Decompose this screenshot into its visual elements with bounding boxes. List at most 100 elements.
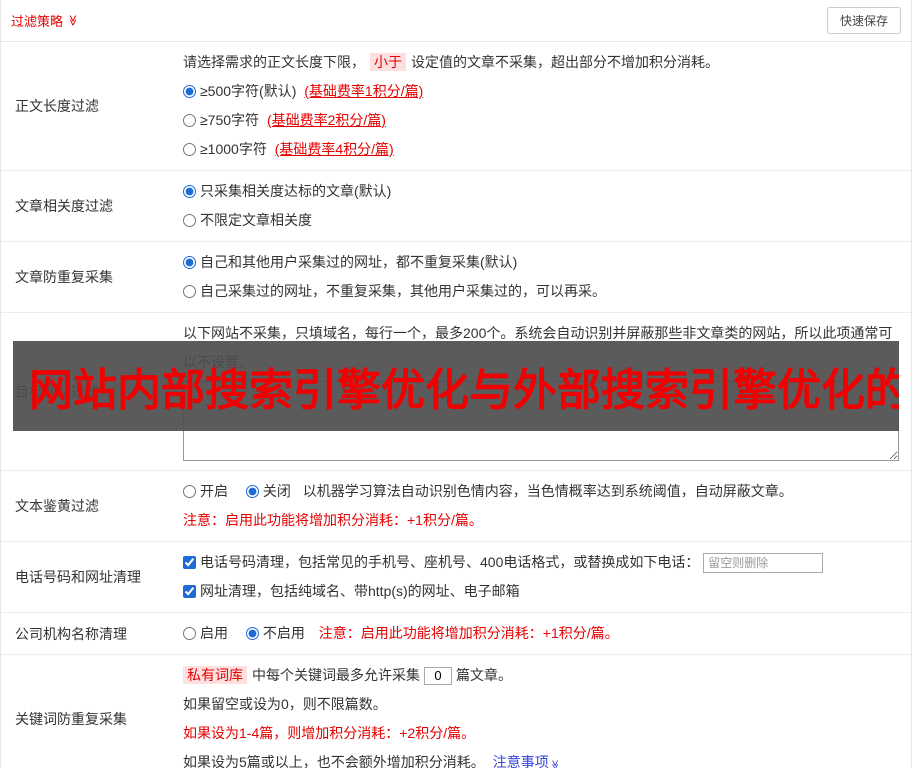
company-cleanup-disable-radio[interactable] bbox=[245, 627, 259, 640]
company-cleanup-enable-radio[interactable] bbox=[183, 627, 196, 640]
overlay-banner: 网站内部搜索引擎优化与外部搜索引擎优化的 bbox=[13, 341, 899, 431]
keyword-limit-text: 中每个关键词最多允许采集 bbox=[252, 667, 420, 683]
notice-link[interactable]: 注意事项≫ bbox=[492, 754, 561, 768]
porn-filter-off-label: 关闭 bbox=[262, 483, 291, 499]
length-option-row-1000: ≥1000字符 (基础费率4积分/篇) bbox=[183, 135, 899, 164]
row-content-dedupe: 自己和其他用户采集过的网址，都不重复采集(默认) 自己采集过的网址，不重复采集，… bbox=[171, 242, 911, 312]
relevance-strict-label: 只采集相关度达标的文章(默认) bbox=[200, 183, 392, 199]
company-cleanup-cost-note: 注意：启用此功能将增加积分消耗：+1积分/篇。 bbox=[318, 625, 619, 641]
row-phone-url-cleanup: 电话号码和网址清理 电话号码清理，包括常见的手机号、座机号、400电话格式，或替… bbox=[1, 542, 911, 613]
length-1000-label: ≥1000字符 bbox=[200, 141, 267, 157]
url-cleanup-option[interactable]: 网址清理，包括纯域名、带http(s)的网址、电子邮箱 bbox=[183, 583, 520, 599]
relevance-option-row-2: 不限定文章相关度 bbox=[183, 206, 899, 235]
relevance-any-label: 不限定文章相关度 bbox=[200, 212, 312, 228]
company-cleanup-enable-option[interactable]: 启用 bbox=[183, 625, 232, 641]
row-content-body-length: 请选择需求的正文长度下限， 小于 设定值的文章不采集，超出部分不增加积分消耗。 ≥5… bbox=[171, 42, 911, 170]
company-cleanup-disable-label: 不启用 bbox=[262, 625, 305, 641]
notice-link-chevron-icon: ≫ bbox=[549, 759, 561, 768]
row-company-name-cleanup: 公司机构名称清理 启用 不启用 注意：启用此功能将增加积分消耗：+1积分/篇。 bbox=[1, 613, 911, 655]
row-content-relevance: 只采集相关度达标的文章(默认) 不限定文章相关度 bbox=[171, 171, 911, 241]
length-500-fee-note: (基础费率1积分/篇) bbox=[304, 83, 424, 99]
length-1000-fee-note: (基础费率4积分/篇) bbox=[274, 141, 394, 157]
company-name-options: 启用 不启用 注意：启用此功能将增加积分消耗：+1积分/篇。 bbox=[183, 619, 899, 648]
porn-filter-options: 开启 关闭 以机器学习算法自动识别色情内容，当色情概率达到系统阈值，自动屏蔽文章… bbox=[183, 477, 899, 506]
notice-link-text: 注意事项 bbox=[492, 754, 549, 768]
row-relevance-filter: 文章相关度过滤 只采集相关度达标的文章(默认) 不限定文章相关度 bbox=[1, 171, 911, 242]
replacement-phone-input[interactable] bbox=[703, 553, 824, 573]
length-option-row-750: ≥750字符 (基础费率2积分/篇) bbox=[183, 106, 899, 135]
keyword-5plus-text: 如果设为5篇或以上，也不会额外增加积分消耗。 bbox=[183, 754, 485, 768]
row-label-keyword-dedupe: 关键词防重复采集 bbox=[15, 711, 127, 727]
phone-cleanup-option[interactable]: 电话号码清理，包括常见的手机号、座机号、400电话格式，或替换成如下电话： bbox=[183, 554, 703, 570]
keyword-zero-note: 如果留空或设为0，则不限篇数。 bbox=[183, 696, 387, 712]
length-750-radio[interactable] bbox=[183, 114, 196, 127]
max-articles-input[interactable] bbox=[424, 666, 452, 685]
quick-save-button[interactable]: 快速保存 bbox=[826, 7, 901, 34]
phone-cleanup-line: 电话号码清理，包括常见的手机号、座机号、400电话格式，或替换成如下电话： bbox=[183, 548, 899, 577]
keyword-limit-line: 私有词库中每个关键词最多允许采集 篇文章。 bbox=[183, 661, 899, 690]
length-500-label: ≥500字符(默认) bbox=[200, 83, 297, 99]
dedupe-option-self-only[interactable]: 自己采集过的网址，不重复采集，其他用户采集过的，可以再采。 bbox=[183, 283, 606, 299]
phone-cleanup-label: 电话号码清理，包括常见的手机号、座机号、400电话格式，或替换成如下电话： bbox=[200, 554, 700, 570]
url-cleanup-line: 网址清理，包括纯域名、带http(s)的网址、电子邮箱 bbox=[183, 577, 899, 606]
intro-text-before: 请选择需求的正文长度下限， bbox=[183, 54, 365, 70]
row-label-company-name: 公司机构名称清理 bbox=[15, 625, 127, 642]
filter-strategy-page: 过滤策略 ≫ 快速保存 正文长度过滤 请选择需求的正文长度下限， 小于 设定值的文章… bbox=[0, 0, 912, 768]
row-body-length-filter: 正文长度过滤 请选择需求的正文长度下限， 小于 设定值的文章不采集，超出部分不增加积… bbox=[1, 42, 911, 171]
row-content-keyword-dedupe: 私有词库中每个关键词最多允许采集 篇文章。 如果留空或设为0，则不限篇数。 如果设… bbox=[171, 655, 911, 768]
dedupe-self-only-label: 自己采集过的网址，不重复采集，其他用户采集过的，可以再采。 bbox=[200, 283, 606, 299]
row-label-dedupe: 文章防重复采集 bbox=[15, 269, 113, 285]
url-cleanup-label: 网址清理，包括纯域名、带http(s)的网址、电子邮箱 bbox=[200, 583, 520, 599]
porn-filter-on-option[interactable]: 开启 bbox=[183, 483, 232, 499]
length-500-radio[interactable] bbox=[183, 85, 196, 98]
overlay-banner-text: 网站内部搜索引擎优化与外部搜索引擎优化的 bbox=[29, 366, 899, 415]
porn-filter-off-radio[interactable] bbox=[245, 485, 259, 498]
length-750-fee-note: (基础费率2积分/篇) bbox=[266, 112, 386, 128]
porn-filter-description: 以机器学习算法自动识别色情内容，当色情概率达到系统阈值，自动屏蔽文章。 bbox=[302, 483, 793, 499]
row-label-porn-filter: 文本鉴黄过滤 bbox=[15, 498, 99, 514]
company-cleanup-enable-label: 启用 bbox=[200, 625, 228, 641]
keyword-limit-suffix: 篇文章。 bbox=[456, 667, 512, 683]
length-intro: 请选择需求的正文长度下限， 小于 设定值的文章不采集，超出部分不增加积分消耗。 bbox=[183, 48, 899, 77]
row-content-company-name: 启用 不启用 注意：启用此功能将增加积分消耗：+1积分/篇。 bbox=[171, 613, 911, 654]
row-porn-filter: 文本鉴黄过滤 开启 关闭 以机器学习算法自动识别色情内容，当色情概率达到系统阈值… bbox=[1, 471, 911, 542]
url-cleanup-checkbox[interactable] bbox=[183, 585, 196, 598]
private-lexicon-highlight: 私有词库 bbox=[183, 666, 247, 684]
length-option-500[interactable]: ≥500字符(默认) bbox=[183, 83, 300, 99]
keyword-1-4-cost-note: 如果设为1-4篇，则增加积分消耗：+2积分/篇。 bbox=[183, 725, 476, 741]
row-keyword-dedupe: 关键词防重复采集 私有词库中每个关键词最多允许采集 篇文章。 如果留空或设为0，则… bbox=[1, 655, 911, 768]
length-1000-radio[interactable] bbox=[183, 143, 196, 156]
dedupe-global-label: 自己和其他用户采集过的网址，都不重复采集(默认) bbox=[200, 254, 518, 270]
dedupe-self-only-radio[interactable] bbox=[183, 285, 196, 298]
porn-filter-on-radio[interactable] bbox=[183, 485, 196, 498]
intro-text-after: 设定值的文章不采集，超出部分不增加积分消耗。 bbox=[411, 54, 719, 70]
length-option-1000[interactable]: ≥1000字符 bbox=[183, 141, 271, 157]
relevance-option-any[interactable]: 不限定文章相关度 bbox=[183, 212, 312, 228]
phone-cleanup-checkbox[interactable] bbox=[183, 556, 196, 569]
intro-highlight-lessthan: 小于 bbox=[370, 53, 406, 71]
page-title: 过滤策略 bbox=[11, 14, 64, 29]
row-content-porn-filter: 开启 关闭 以机器学习算法自动识别色情内容，当色情概率达到系统阈值，自动屏蔽文章… bbox=[171, 471, 911, 541]
row-label-relevance: 文章相关度过滤 bbox=[15, 198, 113, 214]
length-option-750[interactable]: ≥750字符 bbox=[183, 112, 263, 128]
porn-filter-on-label: 开启 bbox=[200, 483, 228, 499]
row-label-body-length: 正文长度过滤 bbox=[15, 98, 99, 114]
length-option-row-500: ≥500字符(默认) (基础费率1积分/篇) bbox=[183, 77, 899, 106]
relevance-option-row-1: 只采集相关度达标的文章(默认) bbox=[183, 177, 899, 206]
relevance-option-strict[interactable]: 只采集相关度达标的文章(默认) bbox=[183, 183, 391, 199]
relevance-strict-radio[interactable] bbox=[183, 185, 196, 198]
row-dedupe-collection: 文章防重复采集 自己和其他用户采集过的网址，都不重复采集(默认) 自己采集过的网… bbox=[1, 242, 911, 313]
page-header: 过滤策略 ≫ 快速保存 bbox=[1, 0, 911, 42]
row-content-phone-url: 电话号码清理，包括常见的手机号、座机号、400电话格式，或替换成如下电话： 网址… bbox=[171, 542, 911, 612]
dedupe-option-global[interactable]: 自己和其他用户采集过的网址，都不重复采集(默认) bbox=[183, 254, 517, 270]
dedupe-option-row-2: 自己采集过的网址，不重复采集，其他用户采集过的，可以再采。 bbox=[183, 277, 899, 306]
keyword-5plus-line: 如果设为5篇或以上，也不会额外增加积分消耗。 注意事项≫ bbox=[183, 748, 899, 768]
filter-strategy-toggle[interactable]: 过滤策略 ≫ bbox=[11, 11, 78, 30]
company-cleanup-disable-option[interactable]: 不启用 bbox=[245, 625, 309, 641]
dedupe-option-row-1: 自己和其他用户采集过的网址，都不重复采集(默认) bbox=[183, 248, 899, 277]
dedupe-global-radio[interactable] bbox=[183, 256, 196, 269]
collapse-chevron-icon: ≫ bbox=[66, 14, 79, 27]
length-750-label: ≥750字符 bbox=[200, 112, 260, 128]
porn-filter-off-option[interactable]: 关闭 bbox=[245, 483, 295, 499]
relevance-any-radio[interactable] bbox=[183, 214, 196, 227]
